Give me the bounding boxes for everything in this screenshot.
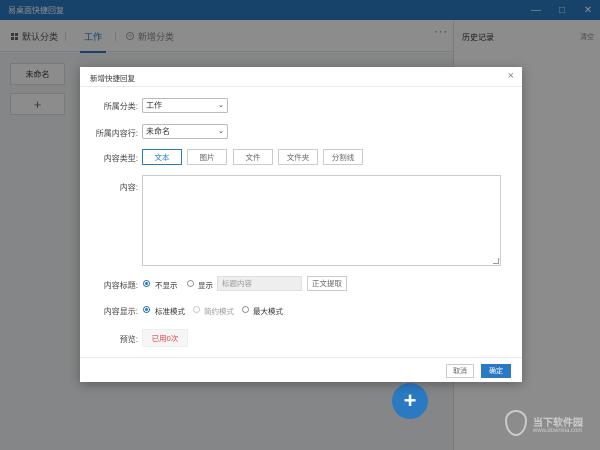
content-row-value: 未命名	[146, 127, 170, 136]
display-simple-text: 简约模式	[204, 307, 234, 316]
category-select[interactable]: 工作 ⌄	[142, 98, 228, 113]
type-divider-button[interactable]: 分割线	[323, 149, 363, 165]
type-image-button[interactable]: 图片	[187, 149, 227, 165]
chevron-down-icon: ⌄	[218, 102, 224, 109]
content-type-label: 内容类型:	[103, 154, 138, 163]
extract-text-button[interactable]: 正文提取	[307, 276, 347, 291]
add-reply-fab[interactable]: +	[392, 383, 428, 419]
display-max-text: 最大模式	[253, 307, 283, 316]
content-row-select[interactable]: 未命名 ⌄	[142, 124, 228, 139]
preview-label: 预览:	[119, 335, 138, 344]
content-row-label: 所属内容行:	[95, 129, 138, 138]
content-title-label: 内容标题:	[103, 281, 138, 290]
dialog-footer: 取消 确定	[80, 357, 522, 382]
resize-grip-icon[interactable]	[493, 258, 499, 264]
new-quick-reply-dialog: 新增快捷回复 × 所属分类: 工作 ⌄ 所属内容行: 未命名 ⌄ 内容类型: 文…	[80, 67, 522, 382]
watermark: 当下软件园 www.downxia.com	[505, 408, 595, 444]
cancel-button[interactable]: 取消	[446, 364, 474, 378]
type-text-button[interactable]: 文本	[142, 149, 182, 165]
dialog-close-icon[interactable]: ×	[508, 70, 514, 82]
title-show-radio[interactable]	[187, 280, 194, 287]
content-label: 内容:	[119, 183, 138, 192]
confirm-button[interactable]: 确定	[481, 364, 511, 378]
type-file-button[interactable]: 文件	[233, 149, 273, 165]
title-hide-radio[interactable]	[143, 280, 150, 287]
display-standard-radio[interactable]	[143, 306, 150, 313]
watermark-name: 当下软件园	[533, 418, 583, 429]
title-input[interactable]: 标题内容	[217, 276, 302, 291]
category-label: 所属分类:	[103, 102, 138, 111]
preview-badge: 已用0次	[142, 329, 188, 347]
display-simple-radio[interactable]	[193, 306, 200, 313]
title-show-text: 显示	[198, 281, 213, 290]
display-standard-text: 标准模式	[155, 307, 185, 316]
watermark-url: www.downxia.com	[533, 428, 583, 434]
category-value: 工作	[146, 101, 162, 110]
content-display-label: 内容显示:	[103, 307, 138, 316]
dialog-title: 新增快捷回复	[90, 74, 135, 83]
dialog-header: 新增快捷回复 ×	[80, 67, 522, 87]
display-max-radio[interactable]	[242, 306, 249, 313]
watermark-logo-icon	[505, 410, 527, 436]
title-hide-text: 不显示	[155, 281, 178, 290]
type-folder-button[interactable]: 文件夹	[278, 149, 318, 165]
chevron-down-icon: ⌄	[218, 128, 224, 135]
content-textarea[interactable]	[142, 175, 501, 266]
